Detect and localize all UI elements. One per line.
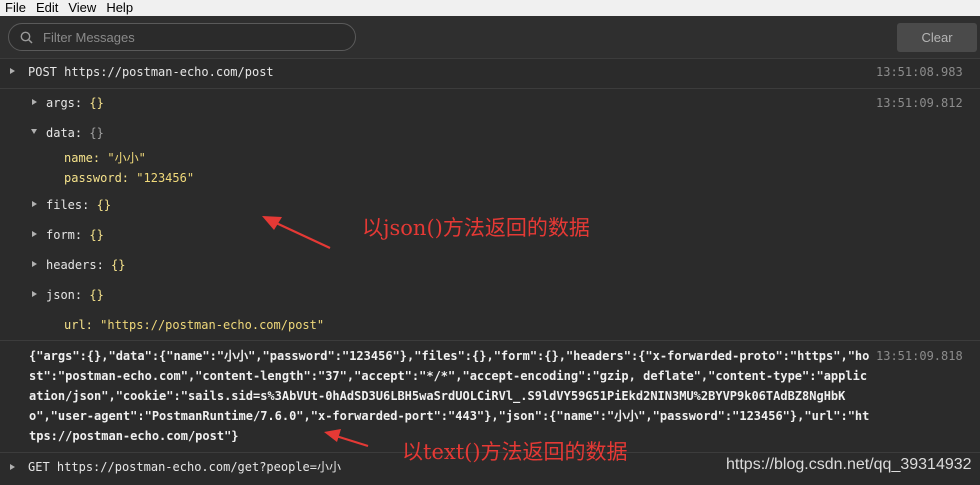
json-annotation-arrow xyxy=(262,216,331,249)
annotation-text-label: 以text()方法返回的数据 xyxy=(402,440,628,464)
annotation-json-label: 以json()方法返回的数据 xyxy=(362,216,590,240)
watermark-text: https://blog.csdn.net/qq_39314932 xyxy=(726,456,972,473)
text-annotation-arrow xyxy=(324,429,369,448)
annotation-arrows xyxy=(262,216,369,448)
